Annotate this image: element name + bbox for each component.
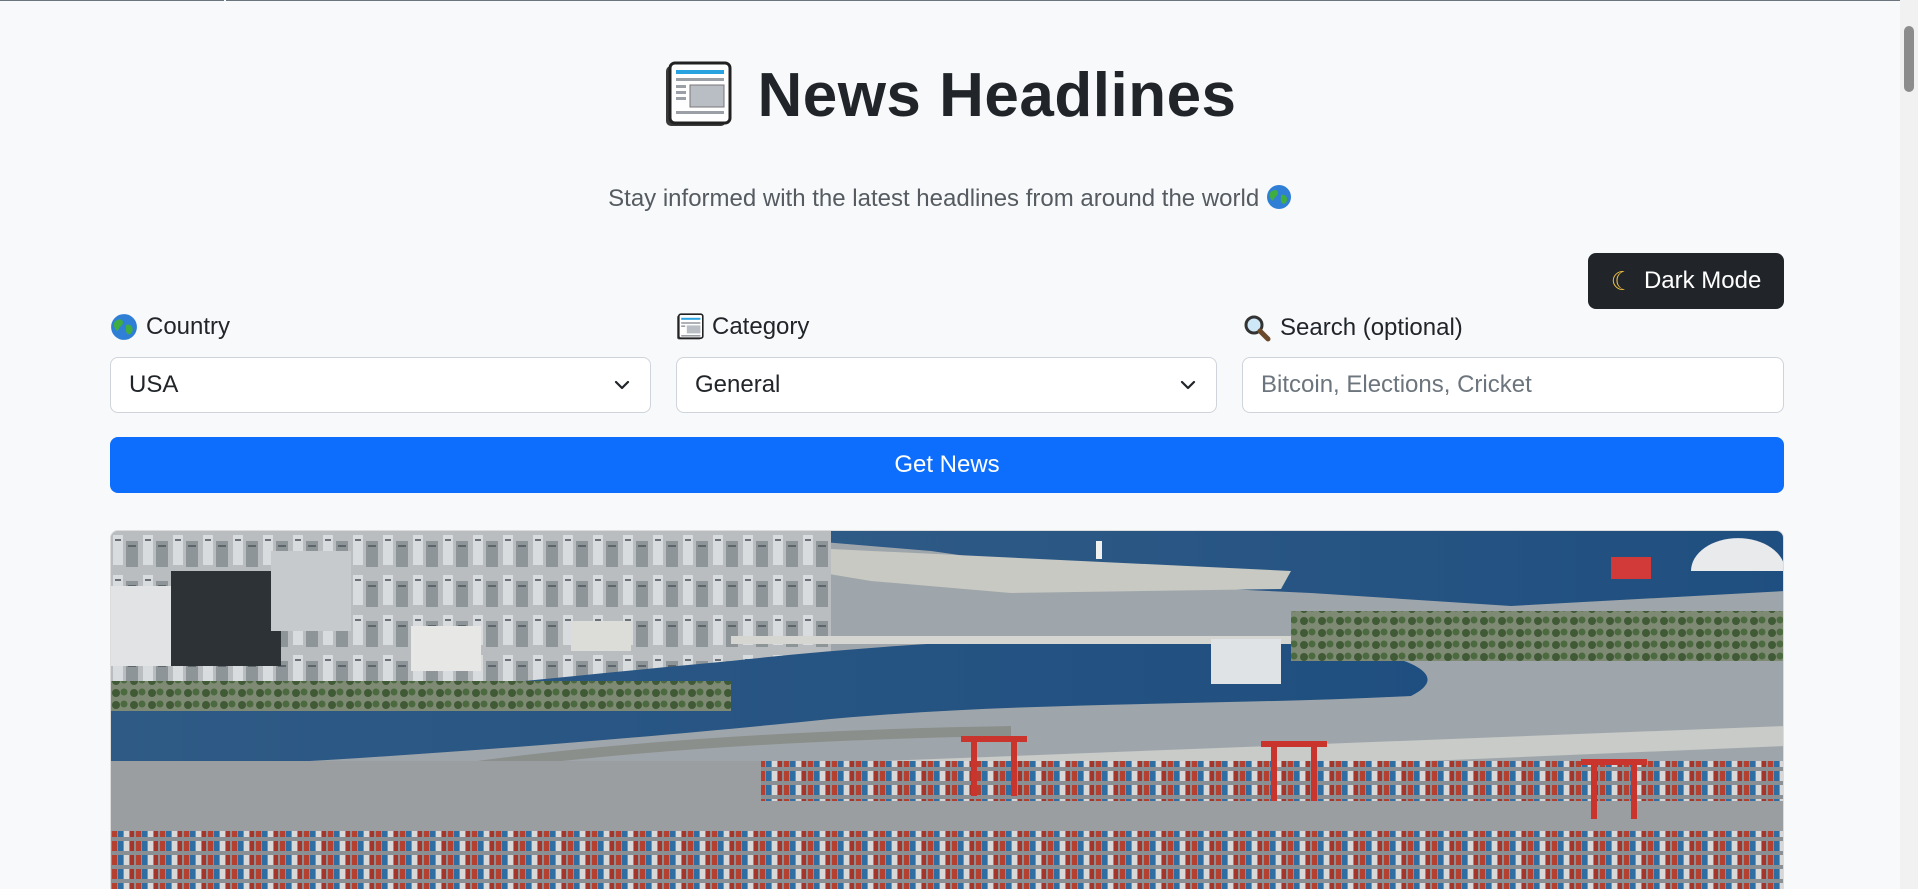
window-top-border — [0, 0, 1900, 1]
chevron-down-icon — [614, 380, 630, 390]
chevron-down-icon — [1180, 380, 1196, 390]
country-label: Country — [110, 313, 230, 341]
page-title: News Headlines — [757, 60, 1237, 130]
get-news-button[interactable]: Get News — [110, 437, 1784, 493]
get-news-label: Get News — [894, 451, 1000, 478]
country-select-value: USA — [129, 371, 179, 398]
moon-icon: ☾ — [1610, 265, 1634, 296]
search-label-text: Search (optional) — [1280, 314, 1463, 341]
dark-mode-label: Dark Mode — [1643, 267, 1762, 294]
search-input[interactable]: Bitcoin, Elections, Cricket — [1242, 357, 1784, 413]
page-subtitle: Stay informed with the latest headlines … — [0, 184, 1900, 213]
aerial-port-city-photo — [111, 531, 1783, 889]
category-label: Category — [676, 313, 809, 341]
dark-mode-toggle-button[interactable]: ☾ Dark Mode — [1588, 253, 1784, 309]
newspaper-icon — [677, 313, 704, 340]
category-select[interactable]: General — [676, 357, 1217, 413]
globe-icon — [1266, 185, 1291, 209]
scrollbar-thumb[interactable] — [1904, 26, 1914, 92]
country-select[interactable]: USA — [110, 357, 651, 413]
globe-icon — [111, 314, 137, 340]
search-label: Search (optional) — [1242, 313, 1463, 343]
search-placeholder: Bitcoin, Elections, Cricket — [1261, 371, 1532, 398]
page-header: News Headlines — [0, 55, 1900, 135]
category-label-text: Category — [712, 313, 810, 340]
newspaper-icon — [666, 61, 732, 126]
scrollbar[interactable] — [1900, 0, 1918, 889]
subtitle-text: Stay informed with the latest headlines … — [608, 185, 1260, 212]
country-label-text: Country — [146, 313, 231, 340]
category-select-value: General — [695, 371, 781, 398]
magnifier-icon — [1244, 315, 1271, 342]
article-image[interactable] — [110, 530, 1784, 889]
